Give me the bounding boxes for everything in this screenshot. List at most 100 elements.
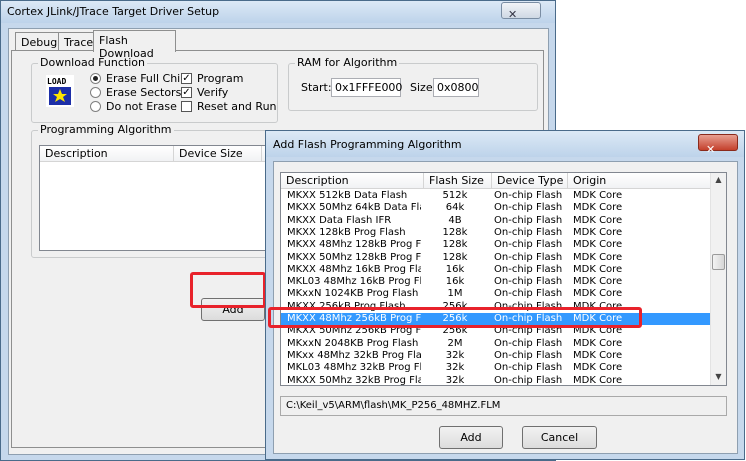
check-icon: ✓: [181, 73, 192, 84]
algorithm-list[interactable]: Description Device Size D: [39, 145, 289, 251]
verify-checkbox[interactable]: ✓ Verify: [181, 86, 228, 99]
table-row[interactable]: MKXX 128kB Prog Flash 128k On-chip Flash MD…: [281, 227, 711, 239]
cell-size: 1M: [447, 288, 463, 300]
flash-algorithm-list[interactable]: Description Flash Size Device Type Origi…: [280, 172, 727, 386]
cell-origin: MDK Core: [573, 288, 623, 300]
highlight-add-button: [190, 272, 266, 308]
add-flash-algorithm-dialog: Add Flash Programming Algorithm ✕ Descri…: [265, 130, 745, 460]
cell-description: MKXX 48Mhz 128kB Prog Fl...: [287, 239, 421, 251]
title-bar: Cortex JLink/JTrace Target Driver Setup …: [1, 1, 555, 23]
highlight-selected-algorithm: [268, 307, 642, 328]
cell-size: 16k: [445, 276, 465, 288]
cell-size: 128k: [442, 239, 468, 251]
scroll-down-icon[interactable]: ▼: [711, 370, 726, 384]
cell-origin: MDK Core: [573, 214, 623, 226]
cell-origin: MDK Core: [573, 349, 623, 361]
dialog-cancel-button[interactable]: Cancel: [522, 426, 597, 449]
cell-size: 64k: [445, 202, 465, 214]
dialog-title: Add Flash Programming Algorithm: [273, 138, 462, 151]
table-row[interactable]: MKxxN 2048KB Prog Flash 2M On-chip Flash MD…: [281, 338, 711, 350]
close-icon: ✕: [706, 143, 716, 156]
dialog-title-bar: Add Flash Programming Algorithm ✕: [266, 131, 744, 157]
verify-label: Verify: [197, 86, 229, 99]
cell-size: 32k: [445, 349, 465, 361]
table-row[interactable]: MKXX 48Mhz 16kB Prog Flash 16k On-chip Fla…: [281, 264, 711, 276]
table-row[interactable]: MKXX 50Mhz 64kB Data Flash 64k On-chip Fla…: [281, 202, 711, 214]
tab-flash-download-label: Flash Download: [99, 34, 154, 60]
cell-description: MKxxN 1024KB Prog Flash: [287, 288, 419, 300]
table-row[interactable]: MKL03 48Mhz 16kB Prog Fl... 16k On-chip Fl…: [281, 276, 711, 288]
tab-debug-label: Debug: [21, 36, 58, 49]
window-title: Cortex JLink/JTrace Target Driver Setup: [7, 5, 220, 18]
cell-description: MKXX 48Mhz 16kB Prog Flash: [287, 263, 421, 275]
cell-origin: MDK Core: [573, 226, 623, 238]
cell-size: 16k: [445, 263, 465, 275]
cell-size: 128k: [442, 226, 468, 238]
tab-flash-download[interactable]: Flash Download: [93, 30, 176, 60]
cell-description: MKxxN 2048KB Prog Flash: [287, 337, 419, 349]
cell-origin: MDK Core: [573, 190, 623, 201]
table-row[interactable]: MKXX Data Flash IFR 4B On-chip Flash MDK Co…: [281, 215, 711, 227]
erase-full-chip-radio[interactable]: Erase Full Chip: [90, 72, 187, 85]
column-header-device-type[interactable]: Device Type: [492, 173, 568, 189]
load-icon-text: LOAD: [47, 77, 66, 86]
check-icon: ✓: [181, 87, 192, 98]
cell-size: 2M: [447, 337, 463, 349]
dialog-add-button[interactable]: Add: [439, 426, 503, 449]
radio-indicator: [90, 73, 101, 84]
column-header-origin[interactable]: Origin: [568, 173, 711, 189]
cell-type: On-chip Flash: [494, 337, 563, 349]
table-row[interactable]: MKXX 48Mhz 128kB Prog Fl... 128k On-chip F…: [281, 239, 711, 251]
ram-for-algorithm-label: RAM for Algorithm: [295, 56, 400, 69]
erase-sectors-radio[interactable]: Erase Sectors: [90, 86, 181, 99]
program-checkbox[interactable]: ✓ Program: [181, 72, 243, 85]
cell-type: On-chip Flash: [494, 214, 563, 226]
column-header-flash-size[interactable]: Flash Size: [424, 173, 492, 189]
cell-description: MKxx 48Mhz 32kB Prog Flash: [287, 349, 421, 361]
cell-origin: MDK Core: [573, 362, 623, 374]
cell-description: MKXX 50Mhz 128kB Prog Fl...: [287, 251, 421, 263]
reset-and-run-checkbox[interactable]: Reset and Run: [181, 100, 277, 113]
tab-debug[interactable]: Debug: [15, 32, 59, 52]
cell-origin: MDK Core: [573, 251, 623, 263]
table-row[interactable]: MKxx 48Mhz 32kB Prog Flash 32k On-chip Fla…: [281, 350, 711, 362]
cell-description: MKXX Data Flash IFR: [287, 214, 392, 226]
size-input[interactable]: 0x0800: [433, 78, 479, 97]
table-row[interactable]: MKxxN 1024KB Prog Flash 1M On-chip Flash MD…: [281, 288, 711, 300]
erase-sectors-label: Erase Sectors: [106, 86, 182, 99]
cell-type: On-chip Flash: [494, 190, 563, 201]
cell-description: MKXX 50Mhz 64kB Data Flash: [287, 202, 421, 214]
table-row[interactable]: MKXX 50Mhz 32kB Prog Flash 32k On-chip Fla…: [281, 374, 711, 386]
cell-type: On-chip Flash: [494, 239, 563, 251]
dialog-close-button[interactable]: ✕: [698, 134, 738, 156]
load-icon: LOAD: [46, 75, 74, 107]
cell-type: On-chip Flash: [494, 226, 563, 238]
cell-description: MKL03 48Mhz 16kB Prog Fl...: [287, 276, 421, 288]
start-address-input[interactable]: 0x1FFFE000: [331, 78, 402, 97]
table-row[interactable]: MKXX 50Mhz 128kB Prog Fl... 128k On-chip F…: [281, 252, 711, 264]
column-header-description[interactable]: Description: [40, 146, 174, 162]
cell-size: 4B: [448, 214, 462, 226]
column-header-device-size[interactable]: Device Size: [174, 146, 262, 162]
scroll-thumb[interactable]: [712, 254, 725, 270]
radio-indicator: [90, 87, 101, 98]
column-header-description[interactable]: Description: [281, 173, 424, 189]
checkbox-empty: [181, 101, 192, 112]
cell-type: On-chip Flash: [494, 251, 563, 263]
tab-trace-label: Trace: [64, 36, 94, 49]
close-icon: ✕: [508, 8, 518, 21]
cell-origin: MDK Core: [573, 337, 623, 349]
table-row[interactable]: MKL03 48Mhz 32kB Prog Fl... 32k On-chip Fl…: [281, 362, 711, 374]
close-button[interactable]: ✕: [501, 2, 541, 21]
reset-and-run-label: Reset and Run: [197, 100, 277, 113]
do-not-erase-radio[interactable]: Do not Erase: [90, 100, 177, 113]
cell-description: MKL03 48Mhz 32kB Prog Fl...: [287, 362, 421, 374]
cell-type: On-chip Flash: [494, 288, 563, 300]
vertical-scrollbar[interactable]: ▲ ▼: [710, 173, 726, 385]
tab-trace[interactable]: Trace: [58, 32, 96, 52]
cell-type: On-chip Flash: [494, 263, 563, 275]
table-row[interactable]: MKXX 512kB Data Flash 512k On-chip Flash MD…: [281, 190, 711, 202]
cell-origin: MDK Core: [573, 276, 623, 288]
cell-size: 32k: [445, 374, 465, 386]
scroll-up-icon[interactable]: ▲: [711, 173, 726, 187]
